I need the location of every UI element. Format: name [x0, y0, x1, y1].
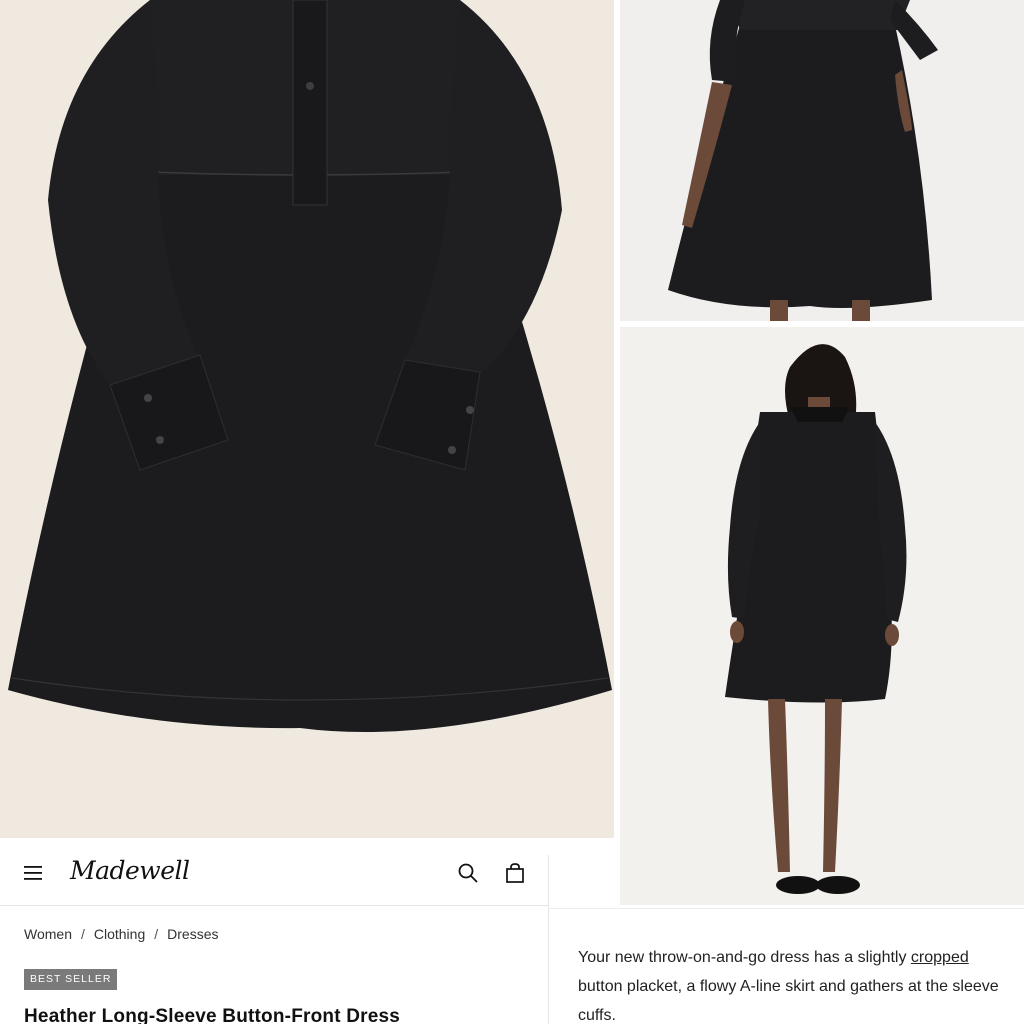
shopping-bag-icon: [506, 863, 524, 883]
hamburger-menu-icon: [24, 866, 42, 880]
search-icon: [458, 863, 478, 883]
description-text-start: Your new throw-on-and-go dress has a sli…: [578, 949, 911, 966]
menu-button[interactable]: [20, 860, 46, 886]
best-seller-badge: BEST SELLER: [24, 969, 118, 990]
shopping-bag-button[interactable]: [502, 860, 528, 886]
model-back-illustration: [620, 327, 1024, 905]
brand-logo[interactable]: Madewell: [70, 856, 190, 885]
description-cropped-link[interactable]: cropped: [911, 949, 969, 966]
breadcrumb: Women / Clothing / Dresses: [24, 926, 219, 942]
model-front-illustration: [620, 0, 1024, 321]
breadcrumb-women[interactable]: Women: [24, 926, 72, 942]
breadcrumb-dresses[interactable]: Dresses: [167, 926, 218, 942]
product-description: Your new throw-on-and-go dress has a sli…: [578, 943, 1008, 1024]
site-header: Madewell: [0, 838, 548, 906]
product-image-model-back[interactable]: [620, 327, 1024, 905]
flat-lay-black-dress-illustration: [0, 0, 614, 838]
product-description-card: Your new throw-on-and-go dress has a sli…: [549, 908, 1024, 1024]
search-button[interactable]: [455, 860, 481, 886]
breadcrumb-separator: /: [80, 926, 85, 942]
description-text-end: button placket, a flowy A-line skirt and…: [578, 978, 999, 1024]
product-image-model-front[interactable]: [620, 0, 1024, 321]
product-info-card: Madewell Women / Clothing / Dresses BEST…: [0, 838, 548, 1024]
product-title: Heather Long-Sleeve Button-Front Dress: [24, 1006, 401, 1024]
product-image-main[interactable]: [0, 0, 614, 838]
breadcrumb-clothing[interactable]: Clothing: [94, 926, 145, 942]
breadcrumb-separator: /: [154, 926, 159, 942]
